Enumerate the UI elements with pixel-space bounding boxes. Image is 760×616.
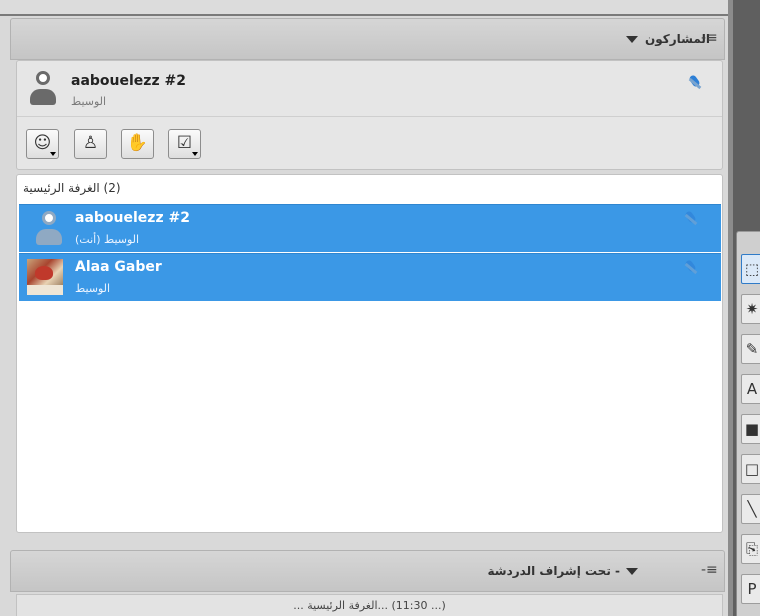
list-menu-icon[interactable]: -≡: [701, 562, 718, 578]
filled-rectangle-button[interactable]: ■: [741, 414, 760, 444]
raise-hand-icon: ✋: [126, 133, 149, 153]
self-name: aabouelezz #2: [71, 73, 186, 89]
self-row[interactable]: aabouelezz #2 الوسيط: [17, 61, 722, 117]
pencil-icon: ✎: [745, 340, 759, 358]
rectangle-icon: □: [744, 460, 760, 478]
participant-role: الوسيط (أنت): [75, 233, 140, 246]
user-options-button[interactable]: ♙: [74, 129, 107, 159]
clipboard-button[interactable]: ⎘: [741, 534, 760, 564]
panel-divider[interactable]: [728, 0, 733, 616]
checkbox-poll-icon: ☑: [176, 133, 193, 153]
top-strip: [0, 0, 733, 16]
participant-role: الوسيط: [75, 282, 111, 295]
participant-row[interactable]: Alaa Gaber الوسيط: [19, 253, 721, 301]
page-button[interactable]: P: [741, 574, 760, 604]
text-tool-button[interactable]: A: [741, 374, 760, 404]
rectangle-button[interactable]: □: [741, 454, 760, 484]
chat-panel-header[interactable]: - تحت إشراف الدردشة -≡: [10, 550, 725, 592]
self-role: الوسيط: [71, 95, 107, 108]
raise-hand-button[interactable]: ✋: [121, 129, 154, 159]
user-options-icon: ♙: [82, 133, 99, 153]
emoticon-icon: ☺: [33, 133, 52, 153]
avatar: [27, 259, 63, 295]
text-tool-icon: A: [746, 380, 758, 398]
emoticon-button[interactable]: ☺: [26, 129, 59, 159]
participant-name: aabouelezz #2: [75, 210, 190, 226]
room-label[interactable]: (2) الغرفة الرئيسية: [23, 181, 121, 195]
main-frame: المشاركون -≡ aabouelezz #2 الوسيط ☺ ♙ ✋ …: [0, 0, 733, 616]
laser-pointer-button[interactable]: ✷: [741, 294, 760, 324]
collapse-triangle-icon[interactable]: [626, 36, 638, 43]
select-tool-icon: ⬚: [744, 260, 760, 278]
list-menu-icon[interactable]: -≡: [701, 30, 718, 46]
person-icon: [29, 69, 59, 109]
line-tool-icon: ╲: [747, 500, 757, 518]
pencil-button[interactable]: ✎: [741, 334, 760, 364]
clipboard-icon: ⎘: [745, 540, 758, 558]
participants-panel-header[interactable]: المشاركون -≡: [10, 18, 725, 60]
microphone-icon[interactable]: [683, 211, 699, 227]
laser-pointer-icon: ✷: [745, 300, 759, 318]
microphone-icon[interactable]: [687, 75, 703, 91]
chat-body: (... 11:30) ...الغرفة الرئيسية ...: [16, 594, 723, 616]
self-info-box: aabouelezz #2 الوسيط ☺ ♙ ✋ ☑: [16, 60, 723, 170]
person-icon: [35, 209, 65, 249]
select-tool-button[interactable]: ⬚: [741, 254, 760, 284]
collapse-triangle-icon[interactable]: [626, 568, 638, 575]
line-tool-button[interactable]: ╲: [741, 494, 760, 524]
poll-button[interactable]: ☑: [168, 129, 201, 159]
whiteboard-toolbar: ⬚ ✷ ✎ A ■ □ ╲ ⎘ P: [736, 231, 760, 616]
page-icon: P: [747, 580, 757, 598]
chat-message: (... 11:30) ...الغرفة الرئيسية ...: [293, 599, 446, 612]
participants-list[interactable]: (2) الغرفة الرئيسية aabouelezz #2 الوسيط…: [16, 174, 723, 533]
filled-rectangle-icon: ■: [744, 420, 760, 438]
participant-name: Alaa Gaber: [75, 259, 162, 275]
chat-panel-title: - تحت إشراف الدردشة: [487, 564, 621, 578]
microphone-icon[interactable]: [683, 260, 699, 276]
participant-row[interactable]: aabouelezz #2 الوسيط (أنت): [19, 204, 721, 252]
